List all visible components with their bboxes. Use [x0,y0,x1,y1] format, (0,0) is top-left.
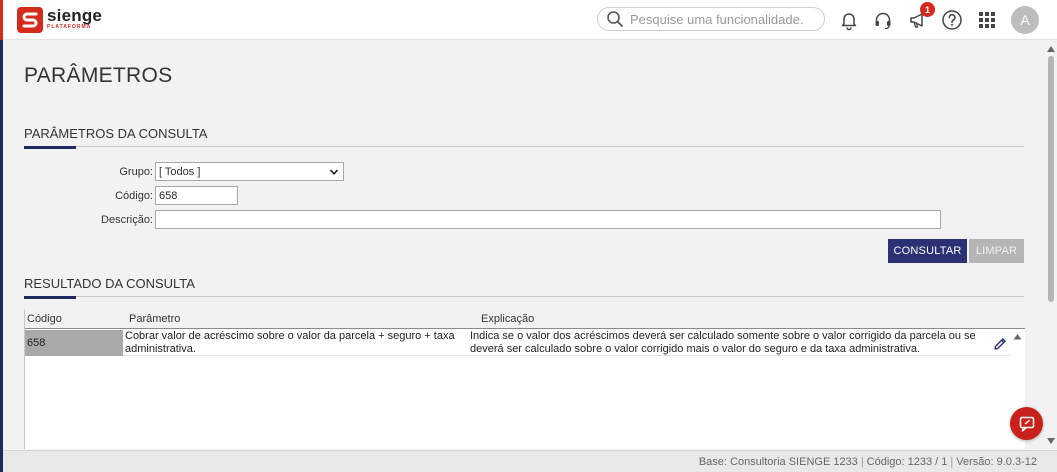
top-header: sienge PLATAFORMA 1 A [3,0,1057,40]
grid-header: Código Parâmetro Explicação [25,309,1025,329]
notification-badge: 1 [920,2,935,17]
filter-section-accent [24,146,76,149]
cell-codigo: 658 [25,330,123,356]
brand-name: sienge [47,6,103,25]
results-section-divider [24,296,1024,297]
col-header-parametro[interactable]: Parâmetro [129,313,180,325]
codigo-label: Código: [115,190,153,202]
chat-fab-button[interactable] [1010,407,1043,440]
search-input[interactable] [630,11,820,27]
search-box[interactable] [597,7,825,31]
page-scrollbar[interactable] [1045,44,1057,448]
grupo-label: Grupo: [119,166,153,178]
table-row[interactable]: 658 Cobrar valor de acréscimo sobre o va… [25,330,1010,356]
search-icon [607,11,623,27]
chat-icon [1019,416,1034,432]
scroll-down-arrow-icon[interactable] [1047,438,1055,444]
sienge-logo-icon [17,7,43,33]
limpar-button[interactable]: LIMPAR [969,239,1024,263]
sienge-logo[interactable]: sienge PLATAFORMA [17,7,102,33]
cell-explicacao: Indica se o valor dos acréscimos deverá … [470,330,976,355]
user-avatar[interactable]: A [1011,6,1039,34]
filter-section-title: PARÂMETROS DA CONSULTA [24,126,208,141]
col-header-codigo[interactable]: Código [27,313,62,325]
headset-icon[interactable] [872,9,894,31]
scroll-up-arrow-icon[interactable] [1047,46,1055,52]
bell-icon[interactable] [838,9,860,31]
scroll-up-arrow-icon[interactable] [1013,333,1022,340]
grupo-select-value: [ Todos ] [159,165,201,178]
col-header-explicacao[interactable]: Explicação [481,313,534,325]
results-section-title: RESULTADO DA CONSULTA [24,276,195,291]
left-edge-strip [0,0,3,472]
status-footer: Base: Consultoria SIENGE 1233 | Código: 12… [3,450,1057,472]
cell-parametro: Cobrar valor de acréscimo sobre o valor … [125,330,455,355]
codigo-input[interactable] [155,186,238,205]
results-section-accent [24,296,76,299]
brand-sub: PLATAFORMA [47,24,92,30]
footer-base: Base: Consultoria SIENGE 1233 [698,456,858,468]
chevron-down-icon [329,169,339,175]
pencil-edit-icon[interactable] [993,337,1007,351]
help-icon[interactable] [941,9,963,31]
descricao-label: Descrição: [101,214,153,226]
apps-grid-icon[interactable] [976,9,998,31]
descricao-input[interactable] [155,210,941,229]
consultar-button[interactable]: CONSULTAR [888,239,967,263]
filter-section-divider [24,146,1024,147]
grupo-select[interactable]: [ Todos ] [155,162,344,181]
results-grid: Código Parâmetro Explicação 658 Cobrar v… [24,309,1025,449]
footer-versao: Versão: 9.0.3-12 [956,456,1037,468]
scrollbar-thumb[interactable] [1048,56,1054,302]
page-title: PARÂMETROS [24,64,173,87]
footer-codigo: Código: 1233 / 1 [866,456,948,468]
